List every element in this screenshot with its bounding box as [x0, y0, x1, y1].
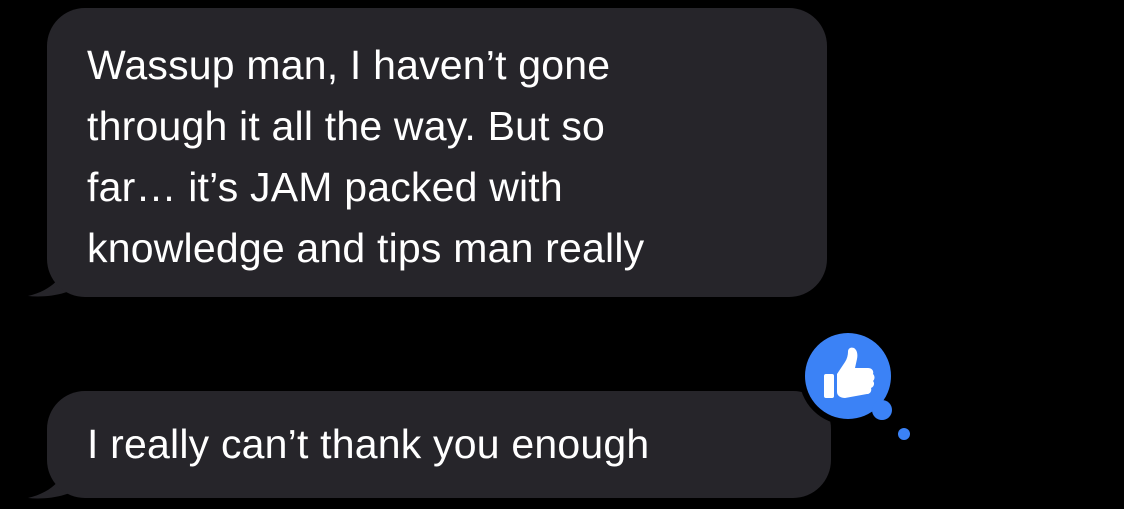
- message-text-line: I really can’t thank you enough: [87, 421, 650, 467]
- thumbs-up-icon[interactable]: [798, 326, 918, 446]
- message-text-line: knowledge and tips man really: [87, 225, 645, 271]
- message-text-line: Wassup man, I haven’t gone: [87, 42, 611, 88]
- message-thread: Wassup man, I haven’t gone through it al…: [0, 0, 1124, 509]
- message-text-line: far… it’s JAM packed with: [87, 164, 563, 210]
- incoming-message-bubble[interactable]: I really can’t thank you enough: [47, 391, 831, 498]
- message-text-line: through it all the way. But so: [87, 103, 606, 149]
- incoming-message-bubble[interactable]: Wassup man, I haven’t gone through it al…: [47, 8, 827, 297]
